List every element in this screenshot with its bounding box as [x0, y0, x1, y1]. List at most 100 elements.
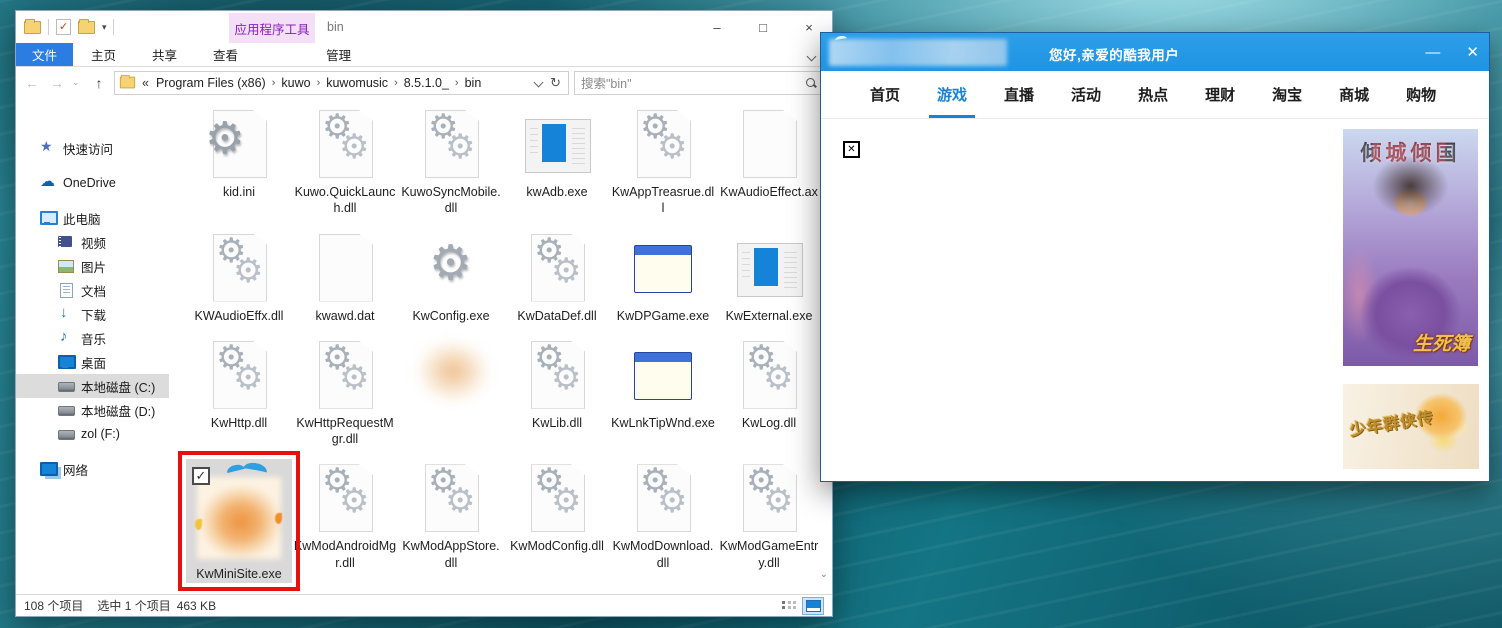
kuwo-nav-tab[interactable]: 商城	[1337, 71, 1371, 118]
file-name: KwModGameEntry.dll	[717, 538, 821, 571]
search-icon[interactable]	[805, 77, 817, 89]
sidebar-item-icon	[58, 258, 74, 274]
file-item[interactable]: ✓ KwMiniSite.exe	[186, 459, 292, 582]
sidebar-item[interactable]: 桌面	[16, 350, 169, 374]
file-item[interactable]: ✓ KwExternal.exe	[716, 229, 822, 324]
kuwo-nav-tab[interactable]: 首页	[868, 71, 902, 118]
ad-column: 倾城倾国 生死簿 少年群侠传	[1343, 129, 1479, 469]
file-item[interactable]: ✓ KwModConfig.dll	[504, 459, 610, 582]
search-input[interactable]: 搜索"bin"	[574, 71, 824, 95]
thumbnail-view-icon[interactable]	[802, 597, 824, 615]
file-item[interactable]: ✓ KwLnkTipWnd.exe	[610, 336, 716, 448]
file-item[interactable]: ✓ KwDPGame.exe	[610, 229, 716, 324]
game-ad-poster[interactable]: 倾城倾国 生死簿	[1343, 129, 1478, 366]
address-dropdown-chevron-icon[interactable]	[534, 78, 544, 88]
file-icon	[517, 109, 597, 181]
minimize-button[interactable]: –	[694, 11, 740, 43]
ribbon-tab[interactable]: 主页	[73, 43, 134, 66]
minimize-button[interactable]: —	[1425, 45, 1440, 60]
customize-toolbar-chevron-icon[interactable]: ▾	[102, 22, 106, 33]
file-icon	[517, 463, 597, 535]
maximize-button[interactable]: □	[740, 11, 786, 43]
ribbon-tab[interactable]: 管理	[308, 43, 369, 66]
file-item[interactable]: ✓ KwAudioEffect.ax	[716, 105, 822, 217]
file-icon	[517, 233, 597, 305]
ad-subtitle: 生死簿	[1413, 329, 1470, 356]
file-item[interactable]: ✓ KwModAndroidMgr.dll	[292, 459, 398, 582]
game-ad-banner[interactable]: 少年群侠传	[1343, 384, 1479, 469]
sidebar-item[interactable]: 下载	[16, 302, 169, 326]
sidebar-item[interactable]: 网络	[16, 457, 169, 481]
back-button[interactable]: ←	[22, 75, 42, 91]
app-tools-contextual-tab[interactable]: 应用程序工具	[229, 13, 315, 43]
kuwo-nav-tab[interactable]: 活动	[1069, 71, 1103, 118]
breadcrumb-item[interactable]: Program Files (x86) ›	[153, 76, 278, 90]
properties-check-icon[interactable]	[56, 19, 71, 35]
file-item[interactable]: ✓ KwHttp.dll	[186, 336, 292, 448]
file-icon	[199, 340, 279, 412]
breadcrumb-separator-icon: ›	[269, 77, 279, 89]
file-item[interactable]: ✓ KwModAppStore.dll	[398, 459, 504, 582]
file-item[interactable]: ✓ kwawd.dat	[292, 229, 398, 324]
breadcrumb-item[interactable]: kuwomusic ›	[323, 76, 401, 90]
sidebar-item[interactable]: 视频	[16, 230, 169, 254]
details-view-icon[interactable]	[780, 598, 798, 614]
breadcrumb-bar[interactable]: « Program Files (x86) › kuwo › kuwomusic	[114, 71, 569, 95]
kuwo-nav-tab-label: 活动	[1071, 87, 1101, 104]
sidebar-item[interactable]: 本地磁盘 (C:)	[16, 374, 169, 398]
kuwo-nav-tab[interactable]: 购物	[1404, 71, 1438, 118]
breadcrumb-item[interactable]: 8.5.1.0_ ›	[401, 76, 462, 90]
forward-button[interactable]: →	[47, 75, 67, 91]
sidebar-item-icon	[58, 378, 74, 394]
breadcrumb-item[interactable]: bin ›	[462, 76, 485, 90]
file-item[interactable]: ✓ KwModDownload.dll	[610, 459, 716, 582]
file-item[interactable]: ✓ KwLib.dll	[504, 336, 610, 448]
folder-icon[interactable]	[24, 21, 41, 34]
address-toolbar: ← → ⌄ ↑ « Program Files (x86) › kuwo ›	[16, 67, 832, 98]
kuwo-titlebar[interactable]: 您好,亲爱的酷我用户 — ✕	[821, 33, 1489, 71]
sidebar-item[interactable]: 本地磁盘 (D:)	[16, 398, 169, 422]
file-item[interactable]: ✓ kid.ini	[186, 105, 292, 217]
sidebar-item-icon	[40, 175, 56, 191]
ribbon-tab[interactable]: 文件	[16, 43, 73, 66]
file-icon	[305, 109, 385, 181]
ribbon-tab[interactable]: 共享	[134, 43, 195, 66]
file-item[interactable]: ✓ KwConfig.exe	[398, 229, 504, 324]
up-button[interactable]: ↑	[89, 75, 109, 91]
selection-checkbox[interactable]: ✓	[192, 467, 210, 485]
file-item[interactable]: ✓ KwLog.dll	[716, 336, 822, 448]
file-name: KwModConfig.dll	[505, 538, 609, 554]
file-item[interactable]: ✓ KuwoSyncMobile.dll	[398, 105, 504, 217]
scrollbar-down-arrow-icon[interactable]: ⌄	[820, 569, 828, 580]
sidebar-item[interactable]: OneDrive	[16, 171, 169, 195]
breadcrumb-overflow[interactable]: «	[138, 76, 151, 90]
sidebar-item[interactable]: 此电脑	[16, 206, 169, 230]
sidebar-item[interactable]: zol (F:)	[16, 422, 169, 446]
file-item[interactable]: ✓ Kuwo.QuickLaunch.dll	[292, 105, 398, 217]
file-item[interactable]: ✓ KwHttpRequestMgr.dll	[292, 336, 398, 448]
explorer-titlebar: ▾ 应用程序工具 bin – □ ×	[16, 11, 832, 43]
file-item[interactable]: ✓ KwDataDef.dll	[504, 229, 610, 324]
file-name: KwDataDef.dll	[505, 308, 609, 324]
sidebar-item[interactable]: 快速访问	[16, 136, 169, 160]
kuwo-nav-tab[interactable]: 直播	[1002, 71, 1036, 118]
recent-locations-chevron-icon[interactable]: ⌄	[72, 77, 84, 88]
file-item[interactable]: ✓ KwAppTreasrue.dll	[610, 105, 716, 217]
file-item[interactable]: ✓	[398, 336, 504, 448]
file-item[interactable]: ✓ KwModGameEntry.dll	[716, 459, 822, 582]
collapse-ribbon-chevron-icon[interactable]	[808, 47, 818, 57]
kuwo-nav-tab[interactable]: 理财	[1203, 71, 1237, 118]
sidebar-item[interactable]: 音乐	[16, 326, 169, 350]
file-item[interactable]: ✓ kwAdb.exe	[504, 105, 610, 217]
kuwo-nav-tab[interactable]: 热点	[1136, 71, 1170, 118]
new-folder-icon[interactable]	[78, 21, 95, 34]
breadcrumb-item[interactable]: kuwo ›	[278, 76, 323, 90]
kuwo-nav-tab[interactable]: 淘宝	[1270, 71, 1304, 118]
ribbon-tab[interactable]: 查看	[195, 43, 256, 66]
sidebar-item[interactable]: 文档	[16, 278, 169, 302]
sidebar-item[interactable]: 图片	[16, 254, 169, 278]
close-button[interactable]: ✕	[1466, 45, 1479, 60]
kuwo-nav-tab[interactable]: 游戏	[935, 71, 969, 118]
file-item[interactable]: ✓ KWAudioEffx.dll	[186, 229, 292, 324]
refresh-icon[interactable]: ↻	[550, 75, 561, 91]
